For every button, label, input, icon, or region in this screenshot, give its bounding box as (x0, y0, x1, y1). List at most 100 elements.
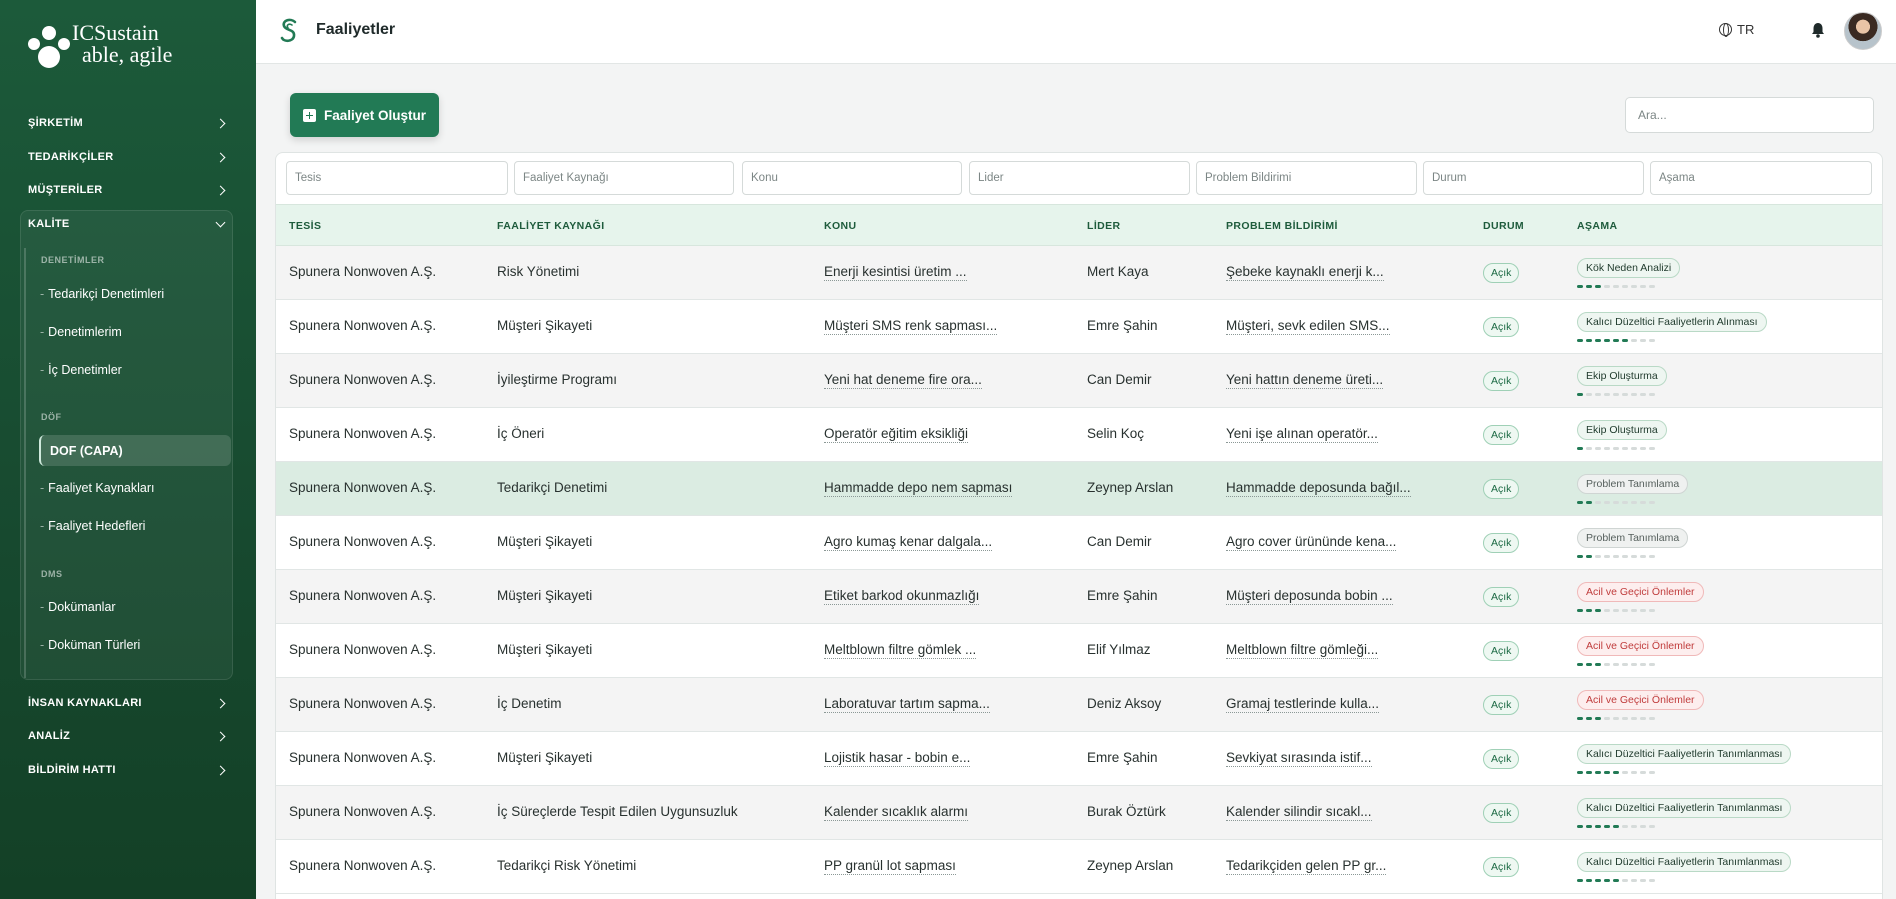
sidebar-item-faaliyet-kaynaklari[interactable]: - Faaliyet Kaynakları (40, 474, 154, 502)
nav-item-tedarikciler[interactable]: TEDARİKÇİLER (20, 142, 236, 172)
nav-item-kalite[interactable]: KALİTE (20, 209, 236, 239)
cell-faaliyet-kaynagi: Tedarikçi Denetimi (497, 480, 608, 495)
progress-segment (1613, 285, 1619, 288)
activities-table: TESİS FAALİYET KAYNAĞI KONU LİDER PROBLE… (275, 152, 1883, 899)
filter-konu[interactable] (742, 161, 962, 195)
brand-logo[interactable]: ICSustain able, agile (28, 22, 228, 72)
table-row[interactable]: Spunera Nonwoven A.Ş. İyileştirme Program… (276, 354, 1882, 408)
cell-problem-bildirimi[interactable]: Sevkiyat sırasında istif... (1226, 750, 1372, 767)
progress-segment (1604, 879, 1610, 882)
filter-asama[interactable] (1650, 161, 1872, 195)
nav-item-analiz[interactable]: ANALİZ (20, 721, 236, 751)
column-header-lider[interactable]: LİDER (1087, 220, 1121, 232)
table-row[interactable]: Spunera Nonwoven A.Ş. Tedarikçi Denetimi H… (276, 462, 1882, 516)
table-row[interactable]: Spunera Nonwoven A.Ş. Müşteri Şikayeti Müş… (276, 300, 1882, 354)
progress-segment (1649, 609, 1655, 612)
filter-problem-bildirimi[interactable] (1196, 161, 1417, 195)
column-header-tesis[interactable]: TESİS (289, 220, 321, 232)
column-header-faaliyet-kaynagi[interactable]: FAALİYET KAYNAĞI (497, 220, 605, 232)
cell-problem-bildirimi[interactable]: Müşteri deposunda bobin ... (1226, 588, 1393, 605)
sidebar-item-faaliyet-hedefleri[interactable]: - Faaliyet Hedefleri (40, 512, 145, 540)
cell-konu[interactable]: Hammadde depo nem sapması (824, 480, 1013, 497)
sidebar-item-denetimlerim[interactable]: - Denetimlerim (40, 318, 122, 346)
cell-konu[interactable]: Etiket barkod okunmazlığı (824, 588, 980, 605)
status-badge: Açık (1483, 317, 1520, 337)
cell-problem-bildirimi[interactable]: Yeni hattın deneme üreti... (1226, 372, 1384, 389)
cell-konu[interactable]: Enerji kesintisi üretim ... (824, 264, 967, 281)
cell-tesis: Spunera Nonwoven A.Ş. (289, 264, 437, 279)
sidebar-item-ic-denetimler[interactable]: - İç Denetimler (40, 356, 122, 384)
cell-problem-bildirimi[interactable]: Kalender silindir sıcakl... (1226, 804, 1372, 821)
table-row[interactable]: Spunera Nonwoven A.Ş. Risk Yönetimi Enerji… (276, 246, 1882, 300)
cell-problem-bildirimi[interactable]: Yeni işe alınan operatör... (1226, 426, 1378, 443)
cell-konu[interactable]: PP granül lot sapması (824, 858, 956, 875)
cell-tesis: Spunera Nonwoven A.Ş. (289, 750, 437, 765)
cell-konu[interactable]: Meltblown filtre gömlek ... (824, 642, 977, 659)
table-row[interactable]: Spunera Nonwoven A.Ş. Müşteri Şikayeti Agr… (276, 516, 1882, 570)
progress-segment (1631, 555, 1637, 558)
progress-segment (1631, 825, 1637, 828)
nav-item-label: KALİTE (28, 218, 70, 230)
filter-durum[interactable] (1423, 161, 1644, 195)
cell-problem-bildirimi[interactable]: Meltblown filtre gömleği... (1226, 642, 1379, 659)
progress-segment (1577, 771, 1583, 774)
cell-problem-bildirimi[interactable]: Gramaj testlerinde kulla... (1226, 696, 1380, 713)
progress-segment (1586, 501, 1592, 504)
cell-faaliyet-kaynagi: İç Süreçlerde Tespit Edilen Uygunsuzluk (497, 804, 738, 819)
bell-icon[interactable] (1811, 22, 1825, 38)
cell-tesis: Spunera Nonwoven A.Ş. (289, 642, 437, 657)
sidebar-item-dokumanlar[interactable]: - Dokümanlar (40, 593, 116, 621)
cell-konu[interactable]: Kalender sıcaklık alarmı (824, 804, 969, 821)
cell-problem-bildirimi[interactable]: Müşteri, sevk edilen SMS... (1226, 318, 1390, 335)
sub-item-label: DOF (CAPA) (50, 443, 123, 458)
create-activity-button[interactable]: Faaliyet Oluştur (290, 93, 439, 137)
cell-problem-bildirimi[interactable]: Tedarikçiden gelen PP gr... (1226, 858, 1387, 875)
table-row[interactable]: Spunera Nonwoven A.Ş. İç Öneri Operatör eğ… (276, 408, 1882, 462)
cell-lider: Emre Şahin (1087, 750, 1158, 765)
cell-konu[interactable]: Operatör eğitim eksikliği (824, 426, 969, 443)
cell-problem-bildirimi[interactable]: Hammadde deposunda bağıl... (1226, 480, 1411, 497)
sidebar-item-tedarikci-denetimleri[interactable]: - Tedarikçi Denetimleri (40, 280, 164, 308)
cell-konu[interactable]: Laboratuvar tartım sapma... (824, 696, 990, 713)
cell-problem-bildirimi[interactable]: Agro cover ürününde kena... (1226, 534, 1397, 551)
progress-segment (1622, 501, 1628, 504)
nav-item-sirketim[interactable]: ŞİRKETİM (20, 108, 236, 138)
sidebar-item-dokuman-turleri[interactable]: - Doküman Türleri (40, 631, 140, 659)
avatar[interactable] (1844, 12, 1882, 50)
progress-segment (1640, 555, 1646, 558)
table-row[interactable]: Spunera Nonwoven A.Ş. Tedarikçi Risk Yöne… (276, 840, 1882, 894)
table-row[interactable]: Spunera Nonwoven A.Ş. İç Süreçlerde Tespi… (276, 786, 1882, 840)
cell-problem-bildirimi[interactable]: Şebeke kaynaklı enerji k... (1226, 264, 1384, 281)
filter-lider[interactable] (969, 161, 1190, 195)
search-input[interactable] (1625, 97, 1874, 133)
cell-konu[interactable]: Agro kumaş kenar dalgala... (824, 534, 993, 551)
nav-item-musteriler[interactable]: MÜŞTERİLER (20, 175, 236, 205)
column-header-asama[interactable]: AŞAMA (1577, 220, 1618, 232)
cell-konu[interactable]: Yeni hat deneme fire ora... (824, 372, 982, 389)
table-row[interactable]: Spunera Nonwoven A.Ş. Müşteri Şikayeti Eti… (276, 570, 1882, 624)
status-badge: Açık (1483, 479, 1520, 499)
nav-item-insan-kaynaklari[interactable]: İNSAN KAYNAKLARI (20, 688, 236, 718)
column-header-durum[interactable]: DURUM (1483, 220, 1524, 232)
sub-item-label: Faaliyet Hedefleri (48, 519, 146, 533)
globe-icon (1719, 23, 1732, 37)
cell-konu[interactable]: Müşteri SMS renk sapması... (824, 318, 998, 335)
sidebar-item-dof-capa[interactable]: DOF (CAPA) (39, 435, 231, 466)
column-header-konu[interactable]: KONU (824, 220, 857, 232)
cell-faaliyet-kaynagi: Müşteri Şikayeti (497, 588, 593, 603)
table-header: TESİS FAALİYET KAYNAĞI KONU LİDER PROBLE… (276, 204, 1882, 246)
language-selector[interactable]: TR (1719, 22, 1754, 37)
nav-item-bildirim-hatti[interactable]: BİLDİRİM HATTI (20, 755, 236, 785)
progress-segment (1586, 771, 1592, 774)
status-badge: Açık (1483, 587, 1520, 607)
table-row[interactable]: Spunera Nonwoven A.Ş. Müşteri Şikayeti Mel… (276, 624, 1882, 678)
cell-konu[interactable]: Lojistik hasar - bobin e... (824, 750, 971, 767)
column-header-problem-bildirimi[interactable]: PROBLEM BİLDİRİMİ (1226, 220, 1338, 232)
progress-segment (1595, 501, 1601, 504)
progress-segment (1622, 663, 1628, 666)
table-row[interactable]: Spunera Nonwoven A.Ş. İç Denetim Laboratuv… (276, 678, 1882, 732)
filter-tesis[interactable] (286, 161, 508, 195)
table-row[interactable]: Spunera Nonwoven A.Ş. Müşteri Şikayeti Loj… (276, 732, 1882, 786)
filter-faaliyet-kaynagi[interactable] (514, 161, 734, 195)
progress-segment (1577, 555, 1583, 558)
